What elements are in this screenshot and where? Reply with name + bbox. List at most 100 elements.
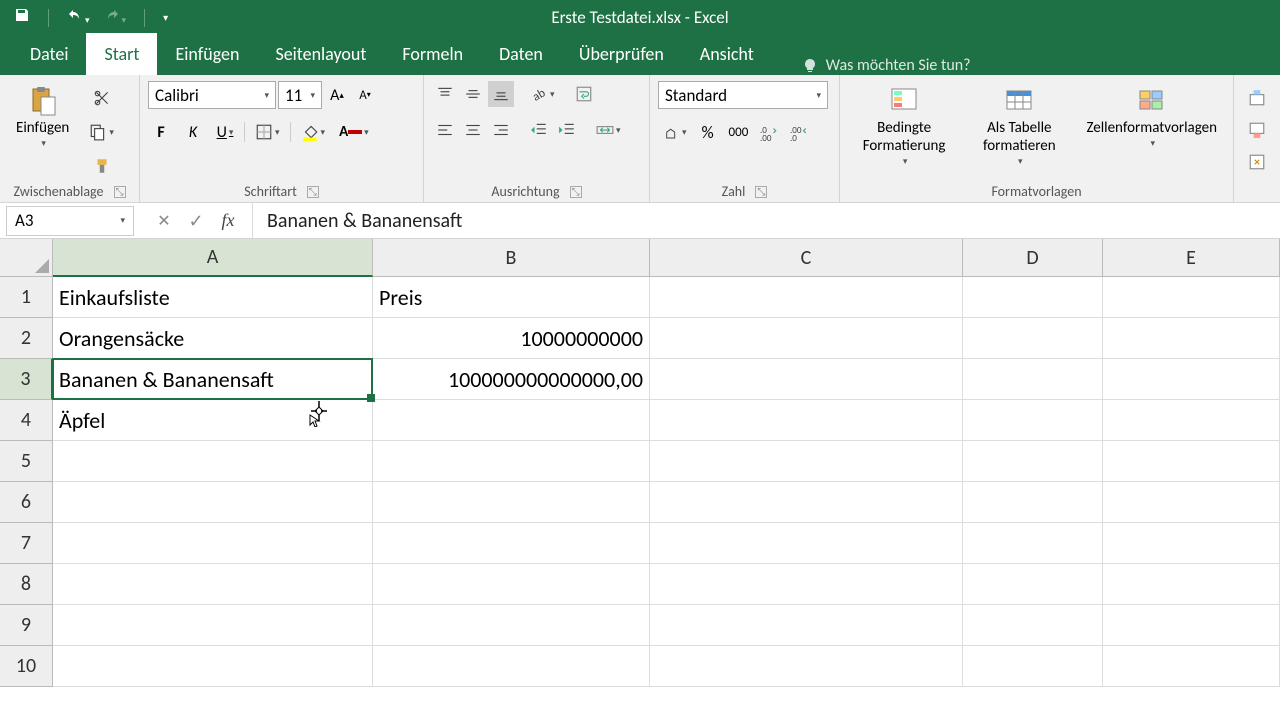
cancel-formula-button[interactable]: ✕ [148, 206, 180, 236]
merge-center-button[interactable]: ▾ [592, 117, 625, 143]
col-header-c[interactable]: C [650, 239, 963, 277]
tab-seitenlayout[interactable]: Seitenlayout [257, 33, 384, 75]
decrease-font-button[interactable]: A▾ [352, 82, 378, 108]
row-header[interactable]: 1 [0, 277, 53, 318]
bold-button[interactable]: F [148, 119, 174, 145]
cell[interactable] [1103, 318, 1280, 359]
undo-icon[interactable]: ▾ [67, 7, 90, 28]
cut-button[interactable] [85, 85, 118, 111]
cell[interactable] [373, 605, 650, 646]
increase-decimal-button[interactable]: .0.00 [756, 120, 782, 146]
cell[interactable] [650, 482, 963, 523]
cell[interactable] [53, 441, 373, 482]
col-header-b[interactable]: B [373, 239, 650, 277]
tab-datei[interactable]: Datei [12, 33, 86, 75]
dialog-launcher-icon[interactable]: ⤡ [570, 186, 582, 198]
col-header-e[interactable]: E [1103, 239, 1280, 277]
tell-me-search[interactable]: Was möchten Sie tun? [802, 56, 971, 75]
cell[interactable] [1103, 564, 1280, 605]
cell[interactable] [963, 564, 1103, 605]
cell[interactable] [963, 400, 1103, 441]
tab-ansicht[interactable]: Ansicht [682, 33, 772, 75]
align-middle-button[interactable] [460, 81, 486, 107]
row-header[interactable]: 10 [0, 646, 53, 687]
row-header[interactable]: 5 [0, 441, 53, 482]
col-header-d[interactable]: D [963, 239, 1103, 277]
name-box[interactable]: A3▾ [6, 206, 134, 236]
percent-button[interactable]: % [695, 119, 721, 146]
cell[interactable] [373, 482, 650, 523]
cell[interactable]: Einkaufsliste [53, 277, 373, 318]
cell[interactable]: 100000000000000,00 [373, 359, 650, 400]
cell[interactable] [963, 359, 1103, 400]
wrap-text-button[interactable] [571, 81, 597, 107]
cell[interactable] [373, 441, 650, 482]
cell[interactable]: Bananen & Bananensaft [53, 359, 373, 400]
fill-color-button[interactable]: ▾ [297, 119, 330, 145]
cell[interactable] [1103, 400, 1280, 441]
paste-button[interactable]: Einfügen ▾ [8, 81, 77, 154]
delete-cells-button[interactable] [1242, 117, 1272, 143]
cell[interactable] [650, 564, 963, 605]
cell[interactable] [650, 441, 963, 482]
tab-start[interactable]: Start [86, 33, 157, 75]
decrease-decimal-button[interactable]: .00.0 [786, 120, 812, 146]
row-header[interactable]: 3 [0, 359, 53, 400]
cell[interactable] [1103, 605, 1280, 646]
row-header[interactable]: 2 [0, 318, 53, 359]
cell[interactable] [963, 441, 1103, 482]
tab-einfuegen[interactable]: Einfügen [157, 33, 257, 75]
cell[interactable] [1103, 277, 1280, 318]
cell[interactable]: Preis [373, 277, 650, 318]
decrease-indent-button[interactable] [526, 117, 552, 143]
align-left-button[interactable] [432, 117, 458, 143]
tab-daten[interactable]: Daten [481, 33, 561, 75]
formula-input[interactable]: Bananen & Bananensaft [253, 209, 1280, 233]
cell[interactable] [373, 523, 650, 564]
cell[interactable] [650, 400, 963, 441]
cell[interactable] [963, 277, 1103, 318]
cell[interactable] [963, 318, 1103, 359]
format-cells-button[interactable] [1242, 149, 1272, 175]
dialog-launcher-icon[interactable]: ⤡ [307, 186, 319, 198]
underline-button[interactable]: U▾ [212, 119, 238, 145]
cell[interactable] [53, 646, 373, 687]
align-right-button[interactable] [488, 117, 514, 143]
cell[interactable] [650, 359, 963, 400]
format-as-table-button[interactable]: Als Tabelle formatieren▾ [964, 81, 1074, 172]
cell[interactable]: Orangensäcke [53, 318, 373, 359]
copy-button[interactable]: ▾ [85, 119, 118, 145]
save-icon[interactable] [14, 7, 30, 28]
align-center-button[interactable] [460, 117, 486, 143]
dialog-launcher-icon[interactable]: ⤡ [755, 186, 767, 198]
comma-button[interactable]: 000 [725, 120, 753, 146]
row-header[interactable]: 6 [0, 482, 53, 523]
insert-function-button[interactable]: fx [212, 206, 244, 236]
cell[interactable] [650, 646, 963, 687]
italic-button[interactable]: K [180, 119, 206, 145]
conditional-formatting-button[interactable]: Bedingte Formatierung▾ [848, 81, 960, 172]
increase-font-button[interactable]: A▴ [324, 82, 350, 108]
cell[interactable] [53, 523, 373, 564]
cell[interactable] [53, 482, 373, 523]
tab-ueberpruefen[interactable]: Überprüfen [561, 33, 682, 75]
cell[interactable] [650, 523, 963, 564]
orientation-button[interactable]: ab▾ [526, 81, 559, 107]
cell[interactable]: Äpfel [53, 400, 373, 441]
cell[interactable] [650, 318, 963, 359]
number-format-select[interactable]: Standard▾ [658, 81, 828, 109]
cell[interactable] [650, 605, 963, 646]
row-header[interactable]: 4 [0, 400, 53, 441]
row-header[interactable]: 7 [0, 523, 53, 564]
select-all-corner[interactable] [0, 239, 53, 277]
cell[interactable] [963, 605, 1103, 646]
font-color-button[interactable]: A▾ [335, 119, 373, 145]
accounting-format-button[interactable]: ⌂▾ [658, 120, 691, 146]
cell[interactable] [1103, 646, 1280, 687]
row-header[interactable]: 9 [0, 605, 53, 646]
dialog-launcher-icon[interactable]: ⤡ [114, 186, 126, 198]
qat-customize-icon[interactable]: ▾ [163, 11, 168, 24]
cell[interactable]: 10000000000 [373, 318, 650, 359]
cell[interactable] [1103, 441, 1280, 482]
cell[interactable] [650, 277, 963, 318]
